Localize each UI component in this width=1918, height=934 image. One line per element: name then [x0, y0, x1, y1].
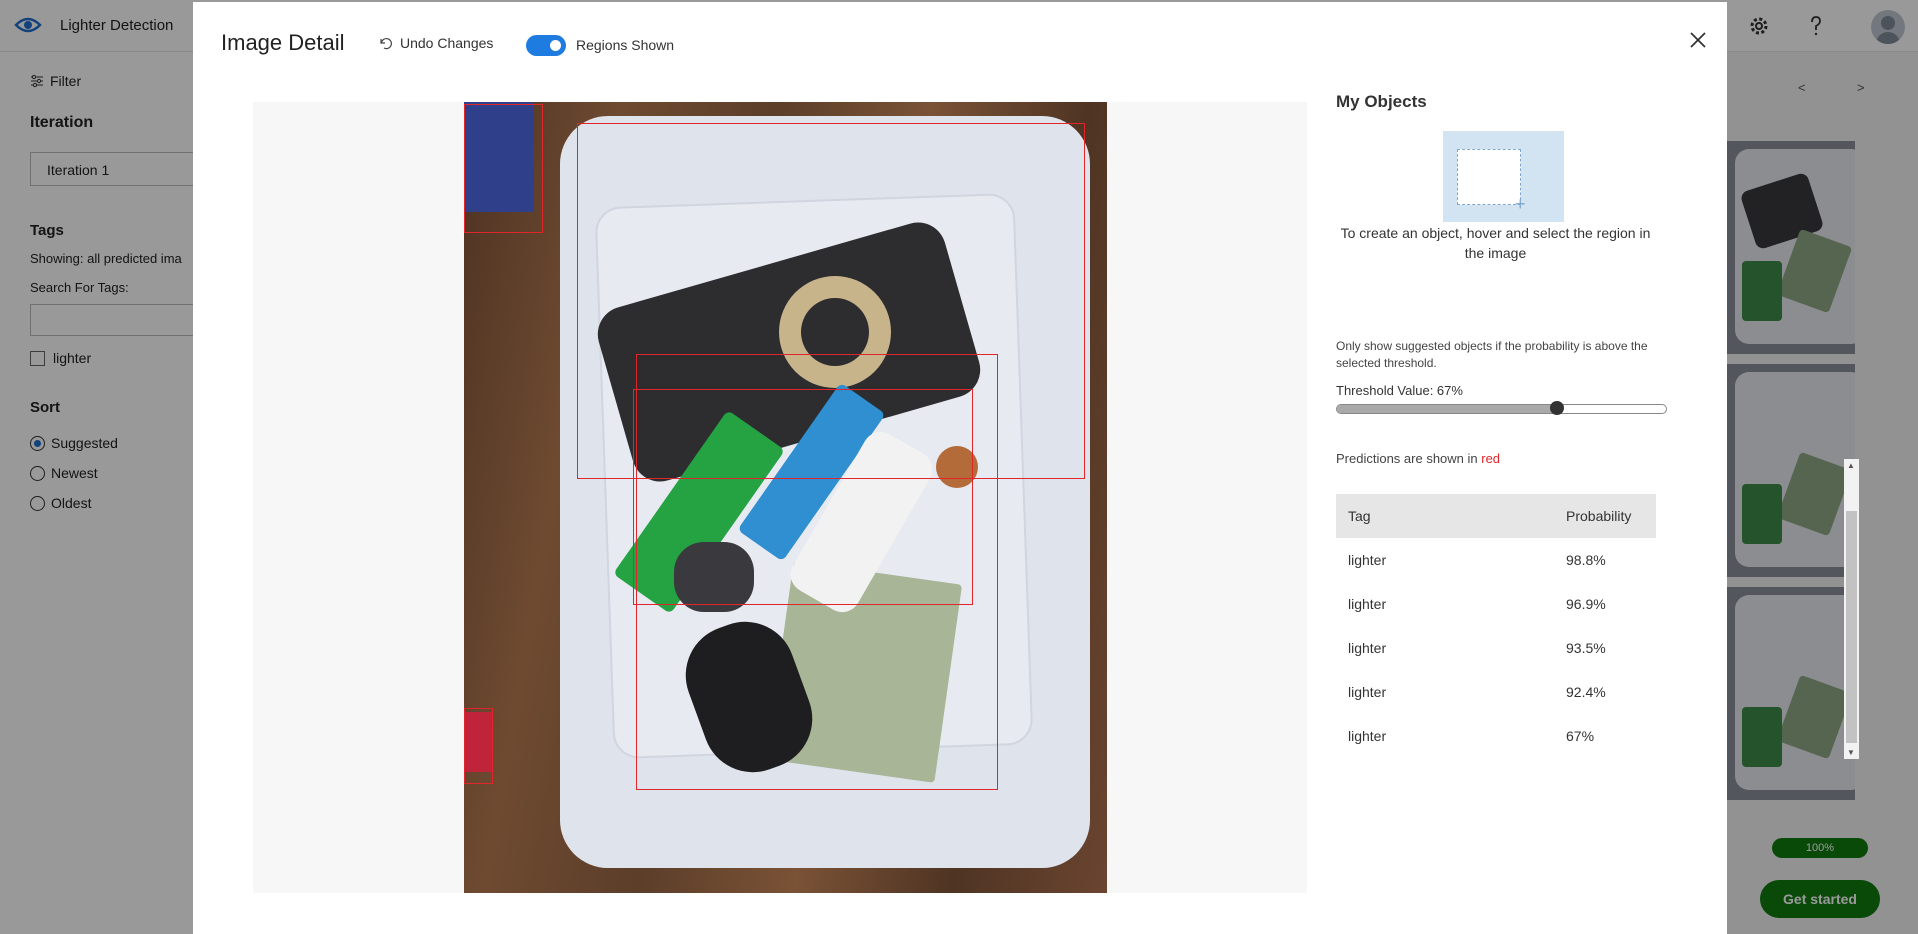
predictions-note-text: Predictions are shown in [1336, 451, 1482, 466]
probability-cell: 92.4% [1566, 684, 1606, 700]
scroll-down-icon[interactable]: ▼ [1847, 748, 1855, 757]
plus-icon: + [1515, 194, 1526, 214]
table-row[interactable]: lighter 67% [1336, 714, 1656, 758]
create-object-tile: + [1443, 131, 1564, 222]
dialog-title: Image Detail [221, 30, 345, 55]
predictions-note: Predictions are shown in red [1336, 451, 1500, 466]
table-row[interactable]: lighter 96.9% [1336, 582, 1656, 626]
table-row[interactable]: lighter 93.5% [1336, 626, 1656, 670]
predicted-region[interactable] [464, 708, 493, 784]
column-header-probability[interactable]: Probability [1566, 508, 1631, 524]
tag-cell: lighter [1348, 552, 1387, 568]
predictions-scrollbar[interactable]: ▲ ▼ [1844, 459, 1859, 759]
probability-cell: 96.9% [1566, 596, 1606, 612]
threshold-slider-thumb[interactable] [1550, 401, 1565, 415]
undo-changes-label: Undo Changes [400, 35, 494, 51]
undo-changes-button[interactable]: Undo Changes [378, 35, 493, 51]
threshold-slider[interactable] [1336, 401, 1667, 415]
column-header-tag[interactable]: Tag [1348, 508, 1371, 524]
regions-shown-label: Regions Shown [576, 37, 675, 53]
image-canvas[interactable] [253, 102, 1307, 893]
scroll-up-icon[interactable]: ▲ [1847, 461, 1855, 470]
probability-cell: 67% [1566, 728, 1595, 744]
close-icon[interactable] [1687, 29, 1709, 51]
threshold-slider-fill [1337, 405, 1558, 413]
table-header: Tag Probability [1336, 494, 1656, 538]
regions-shown-toggle[interactable] [526, 35, 566, 56]
threshold-description: Only show suggested objects if the proba… [1336, 339, 1648, 370]
region-select-icon [1457, 149, 1521, 205]
predictions-table: Tag Probability lighter 98.8% lighter 96… [1336, 494, 1656, 758]
tag-cell: lighter [1348, 596, 1387, 612]
undo-icon [380, 38, 392, 50]
table-row[interactable]: lighter 92.4% [1336, 670, 1656, 714]
tag-cell: lighter [1348, 684, 1387, 700]
tag-cell: lighter [1348, 728, 1387, 744]
tag-cell: lighter [1348, 640, 1387, 656]
my-objects-heading: My Objects [1336, 92, 1427, 111]
create-object-hint: To create an object, hover and select th… [1340, 225, 1651, 261]
probability-cell: 93.5% [1566, 640, 1606, 656]
predicted-region[interactable] [633, 389, 973, 605]
predictions-note-color: red [1481, 451, 1501, 466]
threshold-value-label: Threshold Value: 67% [1336, 383, 1463, 398]
table-row[interactable]: lighter 98.8% [1336, 538, 1656, 582]
scrollbar-thumb[interactable] [1846, 511, 1857, 743]
predicted-region[interactable] [464, 104, 543, 233]
probability-cell: 98.8% [1566, 552, 1606, 568]
image-detail-dialog: Image Detail Undo Changes Regions Shown [193, 2, 1859, 934]
detail-photo[interactable] [464, 102, 1107, 893]
